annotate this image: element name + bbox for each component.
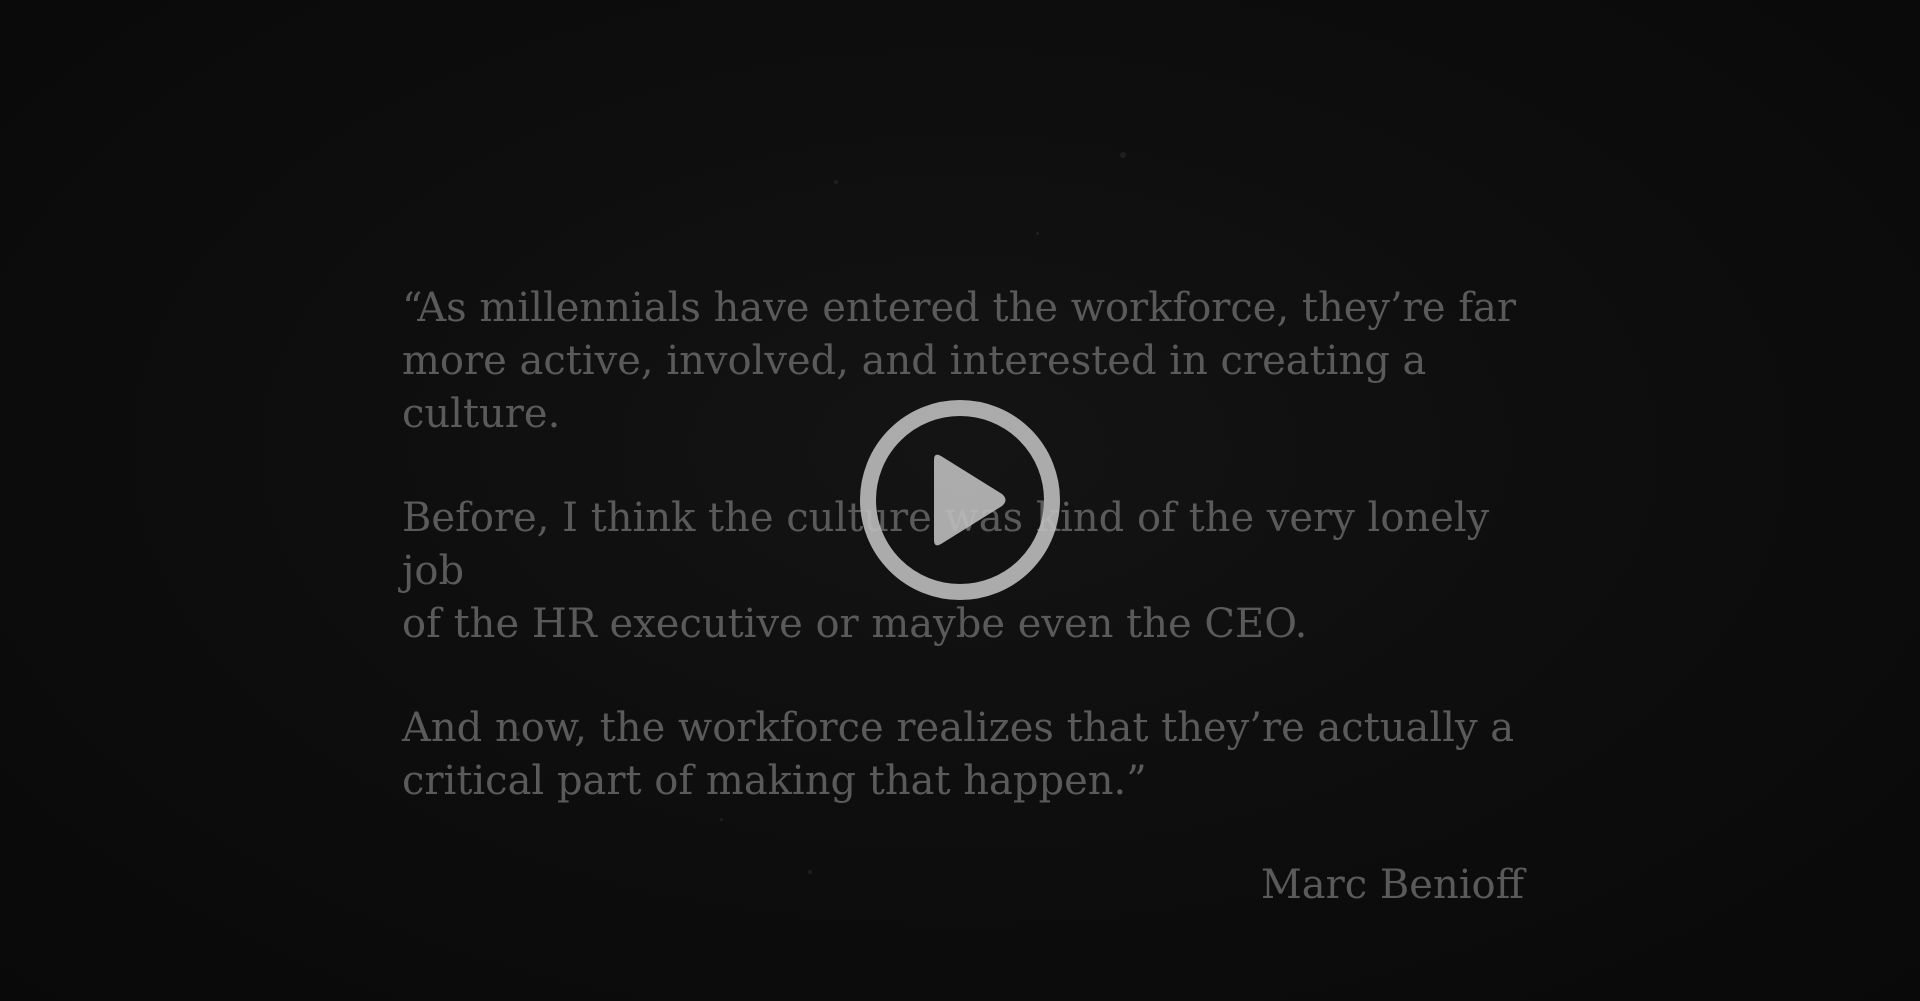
dust-speck bbox=[834, 180, 838, 184]
play-button[interactable] bbox=[856, 396, 1064, 604]
quote-paragraph: And now, the workforce realizes that the… bbox=[402, 705, 1515, 804]
play-icon bbox=[860, 400, 1060, 600]
quote-attribution: Marc Benioff bbox=[1260, 862, 1524, 908]
video-player[interactable]: “As millennials have entered the workfor… bbox=[0, 0, 1920, 1001]
dust-speck bbox=[1036, 232, 1039, 235]
dust-speck bbox=[1120, 152, 1126, 158]
